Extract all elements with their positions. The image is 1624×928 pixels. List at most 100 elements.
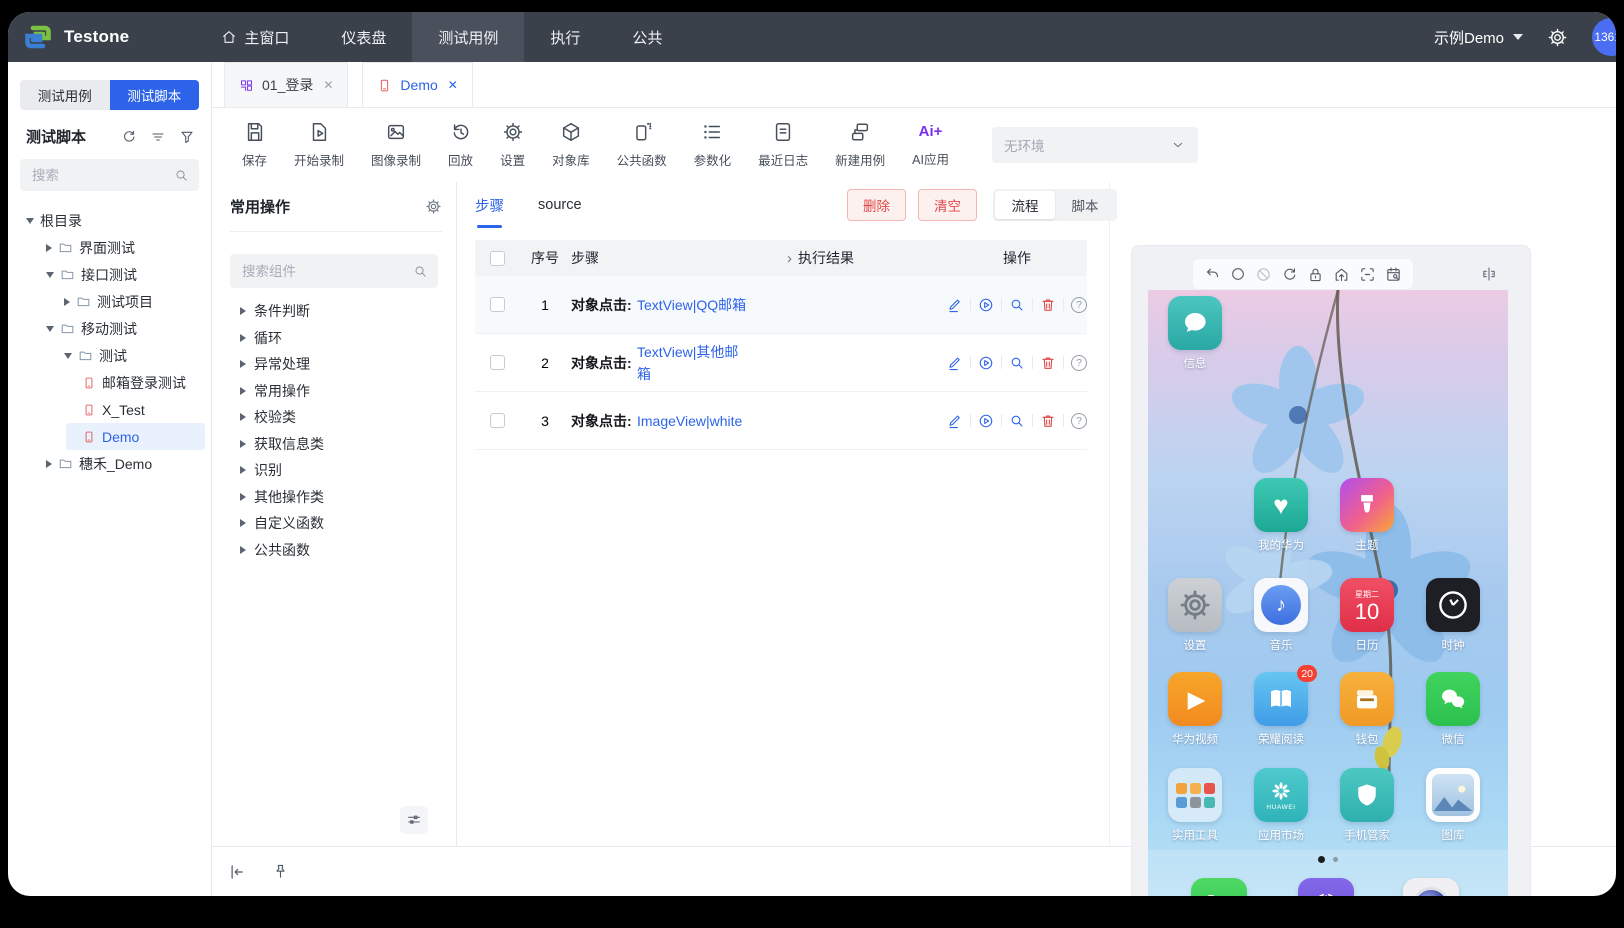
clear-button[interactable]: 清空 bbox=[918, 189, 977, 221]
playback-button[interactable]: 回放 bbox=[448, 121, 473, 169]
search-icon[interactable] bbox=[1009, 297, 1025, 313]
nav-execute[interactable]: 执行 bbox=[524, 12, 606, 62]
search-icon[interactable] bbox=[1009, 413, 1025, 429]
category-recognition[interactable]: 识别 bbox=[230, 457, 456, 484]
calendar-search-icon[interactable] bbox=[1385, 266, 1402, 283]
tree-node-test-project[interactable]: 测试项目 bbox=[8, 288, 211, 315]
tab-demo[interactable]: Demo ✕ bbox=[362, 62, 472, 107]
category-get-info[interactable]: 获取信息类 bbox=[230, 431, 456, 458]
tab-steps[interactable]: 步骤 bbox=[475, 182, 504, 228]
app-clock[interactable]: 时钟 bbox=[1422, 578, 1484, 653]
trash-icon[interactable] bbox=[1040, 355, 1056, 371]
nav-dashboard[interactable]: 仪表盘 bbox=[315, 12, 412, 62]
caret-right-icon[interactable] bbox=[46, 460, 52, 468]
caret-down-icon[interactable] bbox=[46, 326, 54, 332]
help-icon[interactable]: ? bbox=[1071, 297, 1087, 313]
dock-phone[interactable] bbox=[1188, 878, 1250, 896]
close-icon[interactable]: ✕ bbox=[448, 78, 458, 92]
home-circle-icon[interactable] bbox=[1230, 266, 1246, 282]
refresh-icon[interactable] bbox=[1281, 266, 1298, 283]
view-flow-button[interactable]: 流程 bbox=[995, 191, 1055, 219]
category-public-functions[interactable]: 公共函数 bbox=[230, 537, 456, 564]
app-phone-manager[interactable]: 手机管家 bbox=[1336, 768, 1398, 843]
row-checkbox[interactable] bbox=[490, 355, 505, 370]
row-checkbox[interactable] bbox=[490, 413, 505, 428]
category-exception[interactable]: 异常处理 bbox=[230, 351, 456, 378]
delete-button[interactable]: 删除 bbox=[847, 189, 906, 221]
search-icon[interactable] bbox=[174, 168, 189, 183]
new-case-button[interactable]: 新建用例 bbox=[835, 121, 885, 169]
tree-node-test[interactable]: 测试 bbox=[8, 342, 211, 369]
app-messages[interactable]: 信息 bbox=[1164, 296, 1226, 371]
toggle-test-cases[interactable]: 测试用例 bbox=[20, 80, 110, 110]
caret-right-icon[interactable] bbox=[46, 244, 52, 252]
tree-leaf-mail-login-test[interactable]: 邮箱登录测试 bbox=[8, 369, 211, 396]
gear-icon[interactable] bbox=[425, 198, 442, 215]
category-common-ops[interactable]: 常用操作 bbox=[230, 378, 456, 405]
dock-browser[interactable] bbox=[1295, 878, 1357, 896]
components-search-input[interactable] bbox=[240, 263, 413, 280]
recent-logs-button[interactable]: 最近日志 bbox=[758, 121, 808, 169]
ai-app-button[interactable]: Ai+ AI应用 bbox=[912, 122, 949, 168]
app-music[interactable]: ♪ 音乐 bbox=[1250, 578, 1312, 653]
edit-pencil-icon[interactable] bbox=[947, 413, 963, 429]
chevron-right-icon[interactable]: › bbox=[787, 250, 792, 267]
close-icon[interactable]: ✕ bbox=[323, 78, 333, 92]
view-script-button[interactable]: 脚本 bbox=[1055, 191, 1115, 219]
project-selector[interactable]: 示例Demo bbox=[1434, 27, 1523, 48]
common-functions-button[interactable]: 公共函数 bbox=[617, 121, 667, 169]
help-icon[interactable]: ? bbox=[1071, 413, 1087, 429]
app-tools-folder[interactable]: 实用工具 bbox=[1164, 768, 1226, 843]
settings-gear-icon[interactable] bbox=[1547, 27, 1568, 48]
toggle-test-scripts[interactable]: 测试脚本 bbox=[110, 80, 200, 110]
app-themes[interactable]: 主题 bbox=[1336, 478, 1398, 553]
sort-lines-icon[interactable] bbox=[150, 129, 166, 145]
step-target-link[interactable]: TextView|QQ邮箱 bbox=[637, 294, 749, 316]
upload-icon[interactable] bbox=[1333, 266, 1350, 283]
select-all-checkbox[interactable] bbox=[490, 251, 505, 266]
app-calendar[interactable]: 星期二 10 日历 bbox=[1336, 578, 1398, 653]
edit-pencil-icon[interactable] bbox=[947, 355, 963, 371]
nav-main-window[interactable]: 主窗口 bbox=[195, 12, 315, 62]
split-view-icon[interactable] bbox=[1480, 265, 1498, 283]
device-screen[interactable]: 信息 ♥ 我的华为 主题 bbox=[1148, 290, 1508, 896]
search-icon[interactable] bbox=[413, 264, 428, 279]
app-wechat[interactable]: 微信 bbox=[1422, 672, 1484, 747]
user-avatar[interactable]: 13616 bbox=[1592, 18, 1616, 56]
save-button[interactable]: 保存 bbox=[242, 121, 267, 169]
pin-icon[interactable] bbox=[272, 863, 289, 880]
play-circle-icon[interactable] bbox=[978, 413, 994, 429]
play-circle-icon[interactable] bbox=[978, 297, 994, 313]
trash-icon[interactable] bbox=[1040, 297, 1056, 313]
app-wallet[interactable]: 钱包 bbox=[1336, 672, 1398, 747]
step-target-link[interactable]: TextView|其他邮箱 bbox=[637, 341, 749, 385]
step-target-link[interactable]: ImageView|white bbox=[637, 410, 749, 432]
tree-node-api-test[interactable]: 接口测试 bbox=[8, 261, 211, 288]
category-custom-functions[interactable]: 自定义函数 bbox=[230, 510, 456, 537]
tree-node-suihe-demo[interactable]: 穗禾_Demo bbox=[8, 450, 211, 477]
help-icon[interactable]: ? bbox=[1071, 355, 1087, 371]
sidebar-search-input[interactable] bbox=[30, 167, 174, 184]
caret-down-icon[interactable] bbox=[64, 353, 72, 359]
tree-node-ui-test[interactable]: 界面测试 bbox=[8, 234, 211, 261]
tree-leaf-demo-selected[interactable]: Demo bbox=[66, 423, 205, 450]
filter-funnel-icon[interactable] bbox=[179, 129, 195, 145]
app-gallery[interactable]: 图库 bbox=[1422, 768, 1484, 843]
app-my-huawei[interactable]: ♥ 我的华为 bbox=[1250, 478, 1312, 553]
tree-node-root[interactable]: 根目录 bbox=[8, 207, 211, 234]
trash-icon[interactable] bbox=[1040, 413, 1056, 429]
dock-camera[interactable] bbox=[1400, 878, 1462, 896]
environment-select[interactable]: 无环境 bbox=[992, 127, 1198, 163]
screenshot-scan-icon[interactable] bbox=[1359, 266, 1376, 283]
caret-down-icon[interactable] bbox=[46, 272, 54, 278]
image-record-button[interactable]: 图像录制 bbox=[371, 121, 421, 169]
edit-pencil-icon[interactable] bbox=[947, 297, 963, 313]
tree-node-mobile-test[interactable]: 移动测试 bbox=[8, 315, 211, 342]
caret-down-icon[interactable] bbox=[26, 218, 34, 224]
settings-button[interactable]: 设置 bbox=[500, 121, 525, 169]
app-settings[interactable]: 设置 bbox=[1164, 578, 1226, 653]
nav-test-cases[interactable]: 测试用例 bbox=[412, 12, 524, 62]
collapse-left-icon[interactable] bbox=[228, 863, 246, 881]
block-icon[interactable] bbox=[1255, 266, 1272, 283]
nav-public[interactable]: 公共 bbox=[606, 12, 688, 62]
